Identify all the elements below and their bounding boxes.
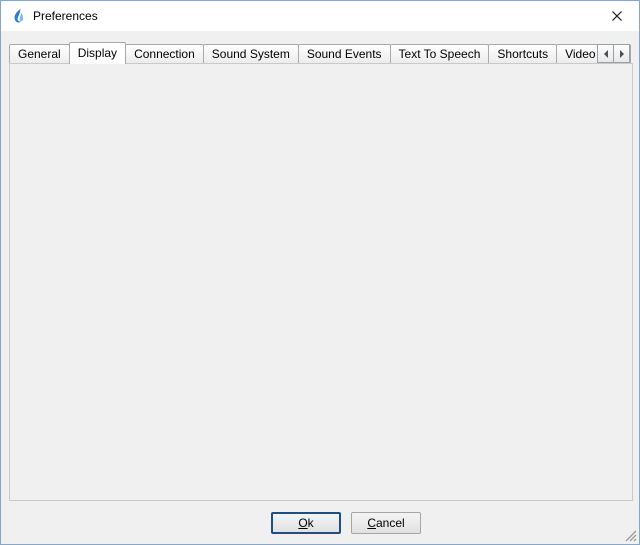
tab-scroll-right-button[interactable] <box>613 44 630 63</box>
tab-scroll-control <box>598 44 630 63</box>
tab-sound-events[interactable]: Sound Events <box>298 44 391 63</box>
display-tab-page <box>9 63 633 501</box>
close-button[interactable] <box>594 1 639 30</box>
tab-bar: General Display Connection Sound System … <box>9 42 631 64</box>
preferences-dialog: Preferences General Display Connection S… <box>0 0 640 545</box>
ok-button[interactable]: Ok <box>271 512 341 534</box>
close-icon <box>612 11 622 21</box>
tab-text-to-speech[interactable]: Text To Speech <box>390 44 490 63</box>
tab-display[interactable]: Display <box>69 42 126 64</box>
cancel-button-label: Cancel <box>367 516 404 530</box>
titlebar[interactable]: Preferences <box>1 1 639 31</box>
resize-grip[interactable] <box>624 529 637 542</box>
tab-connection[interactable]: Connection <box>125 44 204 63</box>
window-title: Preferences <box>33 9 98 23</box>
tab-general[interactable]: General <box>9 44 70 63</box>
ok-button-label: Ok <box>298 516 313 530</box>
app-icon <box>10 8 26 24</box>
arrow-left-icon <box>604 50 608 58</box>
tab-scroll-left-button[interactable] <box>597 44 614 63</box>
cancel-button[interactable]: Cancel <box>351 512 421 534</box>
tab-sound-system[interactable]: Sound System <box>203 44 299 63</box>
arrow-right-icon <box>620 50 624 58</box>
tab-shortcuts[interactable]: Shortcuts <box>488 44 557 63</box>
